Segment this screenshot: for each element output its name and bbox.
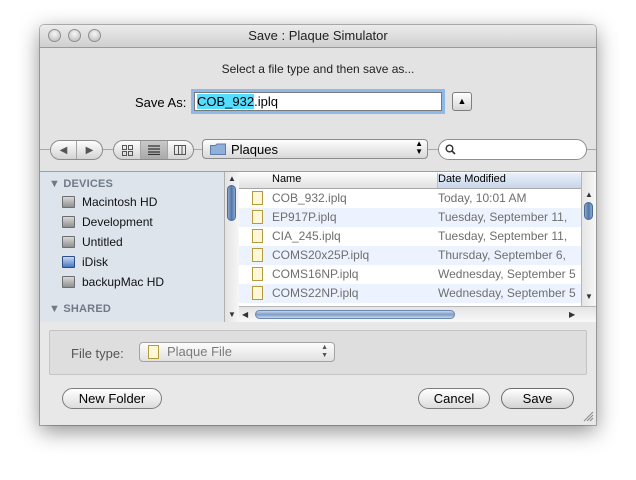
disclosure-triangle-icon[interactable]: ▼ bbox=[49, 178, 60, 190]
file-type-box: File type: Plaque File ▲ ▼ bbox=[49, 330, 587, 375]
resize-grip-icon[interactable] bbox=[583, 411, 594, 422]
list-view-icon[interactable] bbox=[140, 141, 167, 159]
file-type-label: File type: bbox=[71, 346, 124, 361]
scroll-up-arrow-icon[interactable]: ▲ bbox=[585, 190, 593, 199]
hard-drive-icon bbox=[62, 196, 75, 208]
sidebar-item-untitled[interactable]: Untitled bbox=[62, 233, 123, 251]
location-popup[interactable]: Plaques ▲ ▼ bbox=[202, 139, 428, 159]
plaque-file-icon bbox=[148, 345, 159, 359]
sidebar-scroll-thumb[interactable] bbox=[227, 185, 236, 221]
cancel-button[interactable]: Cancel bbox=[418, 388, 490, 409]
plaque-file-icon bbox=[252, 229, 263, 243]
file-row[interactable]: COMS20x25P.iplq Thursday, September 6, bbox=[239, 246, 581, 265]
plaque-file-icon bbox=[252, 210, 263, 224]
file-type-popup[interactable]: Plaque File ▲ ▼ bbox=[139, 342, 335, 362]
file-row[interactable]: CIA_245.iplq Tuesday, September 11, bbox=[239, 227, 581, 246]
back-arrow-icon[interactable]: ◀ bbox=[51, 141, 76, 159]
save-button[interactable]: Save bbox=[501, 388, 574, 409]
scroll-right-arrow-icon[interactable]: ▶ bbox=[569, 310, 575, 319]
folder-icon bbox=[210, 143, 226, 155]
file-list-vertical-scrollbar[interactable]: ▲ ▼ bbox=[581, 172, 596, 306]
icon-view-icon[interactable] bbox=[114, 141, 140, 159]
popup-arrows-icon: ▲ ▼ bbox=[321, 344, 328, 359]
save-footer: File type: Plaque File ▲ ▼ New Folder Can… bbox=[40, 322, 596, 425]
scroll-left-arrow-icon[interactable]: ◀ bbox=[242, 310, 248, 319]
triangle-up-icon: ▲ bbox=[457, 96, 467, 106]
plaque-file-icon bbox=[252, 267, 263, 281]
hard-drive-icon bbox=[62, 276, 75, 288]
collapse-panel-button[interactable]: ▲ bbox=[452, 92, 472, 111]
nav-buttons: ◀ ▶ bbox=[50, 140, 103, 160]
view-mode-buttons bbox=[113, 140, 194, 160]
file-list-horizontal-scrollbar[interactable]: ◀ ▶ bbox=[239, 306, 596, 322]
window-title: Save : Plaque Simulator bbox=[248, 28, 388, 43]
sidebar-item-macintosh-hd[interactable]: Macintosh HD bbox=[62, 193, 157, 211]
scroll-down-arrow-icon[interactable]: ▼ bbox=[228, 310, 236, 319]
popup-arrows-icon: ▲ ▼ bbox=[415, 139, 423, 156]
forward-arrow-icon[interactable]: ▶ bbox=[76, 141, 102, 159]
file-list: Name Date Modified COB_932.iplq Today, 10… bbox=[239, 172, 581, 306]
devices-header: ▼ DEVICES bbox=[49, 178, 114, 190]
file-row[interactable]: COB_932.iplq Today, 10:01 AM bbox=[239, 189, 581, 208]
filename-selected-text: COB_932 bbox=[197, 94, 255, 109]
sidebar-item-idisk[interactable]: iDisk bbox=[62, 253, 108, 271]
search-icon bbox=[445, 144, 456, 155]
disclosure-triangle-icon[interactable]: ▼ bbox=[49, 303, 60, 315]
file-row[interactable]: COMS22NP.iplq Wednesday, September 5 bbox=[239, 284, 581, 303]
search-field[interactable] bbox=[438, 139, 587, 160]
idisk-icon bbox=[62, 256, 75, 268]
hard-drive-icon bbox=[62, 216, 75, 228]
column-header-date-modified[interactable]: Date Modified bbox=[438, 173, 581, 188]
sidebar: ▼ DEVICES Macintosh HD Development Untit… bbox=[40, 172, 224, 322]
save-as-label: Save As: bbox=[135, 95, 187, 110]
save-prompt: Select a file type and then save as... bbox=[221, 62, 415, 76]
file-row[interactable]: EP917P.iplq Tuesday, September 11, bbox=[239, 208, 581, 227]
location-label: Plaques bbox=[231, 142, 278, 157]
scroll-up-arrow-icon[interactable]: ▲ bbox=[228, 174, 236, 183]
title-bar: Save : Plaque Simulator bbox=[40, 25, 596, 48]
save-as-field[interactable]: COB_932.iplq bbox=[194, 92, 442, 111]
scroll-down-arrow-icon[interactable]: ▼ bbox=[585, 292, 593, 301]
new-folder-button[interactable]: New Folder bbox=[62, 388, 162, 409]
plaque-file-icon bbox=[252, 248, 263, 262]
hard-drive-icon bbox=[62, 236, 75, 248]
plaque-file-icon bbox=[252, 191, 263, 205]
save-header: Select a file type and then save as... S… bbox=[40, 48, 596, 150]
sidebar-item-backupmac-hd[interactable]: backupMac HD bbox=[62, 273, 164, 291]
plaque-file-icon bbox=[252, 286, 263, 300]
column-header-name[interactable]: Name bbox=[239, 173, 438, 188]
filename-extension-text: .iplq bbox=[254, 94, 278, 109]
column-view-icon[interactable] bbox=[166, 141, 193, 159]
file-list-header: Name Date Modified bbox=[239, 172, 581, 189]
sidebar-item-development[interactable]: Development bbox=[62, 213, 153, 231]
file-type-value: Plaque File bbox=[167, 344, 233, 359]
file-browser: ▼ DEVICES Macintosh HD Development Untit… bbox=[40, 171, 596, 323]
shared-header: ▼ SHARED bbox=[49, 303, 112, 315]
sidebar-scrollbar[interactable]: ▲ ▼ bbox=[224, 172, 239, 322]
file-list-scroll-thumb[interactable] bbox=[584, 202, 593, 220]
save-dialog: Save : Plaque Simulator Select a file ty… bbox=[40, 25, 596, 425]
horizontal-scroll-thumb[interactable] bbox=[255, 310, 455, 319]
file-row[interactable]: COMS16NP.iplq Wednesday, September 5 bbox=[239, 265, 581, 284]
